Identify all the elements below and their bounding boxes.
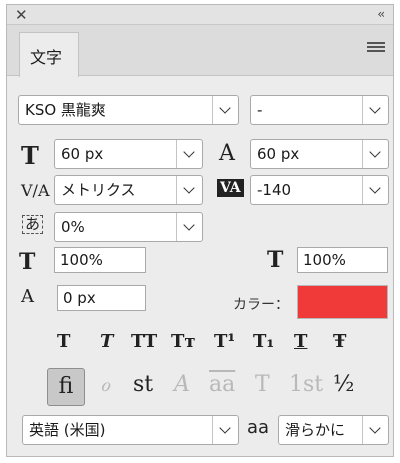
font-size-icon: T — [21, 141, 39, 170]
font-size-value: 60 px — [61, 145, 104, 163]
language-value: 英語 (米国) — [29, 421, 106, 439]
discretionary-ligatures-button[interactable]: st — [133, 372, 153, 397]
font-family-select[interactable]: KSO 黒龍爽 — [18, 95, 239, 125]
standard-ligatures-button[interactable]: fi — [47, 368, 85, 406]
horizontal-scale-icon: T — [267, 247, 284, 273]
language-select[interactable]: 英語 (米国) — [22, 415, 239, 445]
tracking-value: -140 — [257, 181, 292, 199]
font-size-select[interactable]: 60 px — [54, 139, 203, 169]
swash-button[interactable]: A — [174, 372, 190, 397]
title-bar: ✕ ‹‹ — [7, 5, 393, 25]
chevron-down-icon[interactable] — [362, 140, 388, 168]
baseline-shift-icon: A — [21, 286, 34, 307]
close-icon[interactable]: ✕ — [15, 6, 28, 24]
font-family-value: KSO 黒龍爽 — [25, 101, 106, 119]
tab-strip: 文字 — [7, 25, 393, 77]
vertical-scale-icon: T — [19, 249, 36, 275]
vertical-scale-input[interactable]: 100% — [54, 247, 146, 273]
baseline-shift-value: 0 px — [63, 289, 96, 307]
character-panel: ✕ ‹‹ 文字 KSO 黒龍爽 - T 60 px A 60 px V/A メト… — [6, 4, 394, 457]
tsume-icon: あ — [22, 215, 44, 234]
color-label: カラー： — [233, 297, 289, 313]
strikethrough-button[interactable]: Ŧ — [333, 331, 346, 352]
tsume-value: 0% — [61, 218, 85, 236]
stylistic-alternates-button[interactable]: aa — [209, 372, 235, 397]
small-caps-button[interactable]: Tт — [171, 331, 196, 352]
font-style-value: - — [257, 101, 263, 119]
chevron-down-icon[interactable] — [362, 416, 388, 444]
faux-bold-button[interactable]: T — [57, 331, 70, 352]
chevron-down-icon[interactable] — [212, 96, 238, 124]
chevron-down-icon[interactable] — [176, 176, 202, 204]
leading-value: 60 px — [257, 145, 300, 163]
leading-select[interactable]: 60 px — [250, 139, 389, 169]
tracking-icon: VA — [217, 179, 244, 197]
contextual-alternates-button[interactable]: ℴ — [100, 372, 110, 397]
chevron-down-icon[interactable] — [362, 96, 388, 124]
font-style-select[interactable]: - — [250, 95, 389, 125]
superscript-button[interactable]: T¹ — [214, 331, 235, 352]
tab-character[interactable]: 文字 — [19, 32, 79, 77]
underline-button[interactable]: T — [294, 331, 307, 352]
chevron-down-icon[interactable] — [362, 176, 388, 204]
fractions-button[interactable]: ½ — [333, 372, 354, 397]
tracking-select[interactable]: -140 — [250, 175, 389, 205]
tsume-select[interactable]: 0% — [54, 212, 203, 242]
titling-alternates-button[interactable]: T — [255, 372, 270, 397]
subscript-button[interactable]: T₁ — [253, 331, 274, 352]
anti-alias-icon: aa — [247, 417, 270, 438]
chevron-down-icon[interactable] — [176, 140, 202, 168]
color-swatch[interactable] — [297, 285, 388, 319]
kerning-icon: V/A — [21, 181, 50, 200]
anti-alias-value: 滑らかに — [285, 421, 346, 439]
tab-label: 文字 — [30, 48, 63, 67]
kerning-value: メトリクス — [61, 181, 136, 199]
anti-alias-select[interactable]: 滑らかに — [278, 415, 389, 445]
panel-menu-icon[interactable] — [367, 42, 385, 54]
baseline-shift-input[interactable]: 0 px — [57, 285, 146, 311]
kerning-select[interactable]: メトリクス — [54, 175, 203, 205]
chevron-down-icon[interactable] — [212, 416, 238, 444]
horizontal-scale-value: 100% — [303, 251, 346, 269]
horizontal-scale-input[interactable]: 100% — [297, 247, 388, 273]
vertical-scale-value: 100% — [60, 251, 103, 269]
ordinals-button[interactable]: 1st — [289, 372, 323, 397]
all-caps-button[interactable]: TT — [131, 331, 157, 352]
collapse-icon[interactable]: ‹‹ — [377, 7, 384, 21]
chevron-down-icon[interactable] — [176, 213, 202, 241]
faux-italic-button[interactable]: T — [100, 331, 113, 352]
leading-icon: A — [219, 141, 235, 166]
